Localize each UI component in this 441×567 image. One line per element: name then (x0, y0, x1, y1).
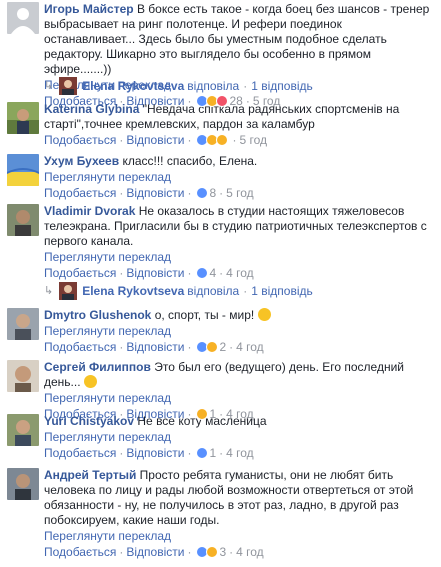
like-button[interactable]: Подобається (44, 185, 116, 201)
comment-text: класс!!! спасибо, Елена. (122, 154, 258, 168)
comment-time[interactable]: 4 год (226, 445, 254, 461)
like-reaction-icon (196, 187, 209, 199)
comment-item: Yuri Chistyakov Не все коту масленица Пе… (7, 414, 441, 464)
comment-author[interactable]: Андрей Тертый (44, 468, 136, 482)
reply-button[interactable]: Відповісти (126, 339, 184, 355)
like-button[interactable]: Подобається (44, 339, 116, 355)
haha-reaction-icon (206, 546, 219, 558)
comment-time[interactable]: 4 год (236, 544, 264, 560)
comment-actions: Подобається · Відповісти · 3 · 4 год (44, 544, 264, 560)
reactions-summary[interactable] (196, 447, 209, 459)
replies-row[interactable]: ↳ Elena Rykovtseva відповіла · 1 відпові… (44, 280, 441, 302)
reactions-summary[interactable] (196, 267, 209, 279)
avatar (59, 282, 78, 300)
comment-author[interactable]: Vladimir Dvorak (44, 204, 135, 218)
comment-author[interactable]: Katerina Glybina (44, 102, 139, 116)
reply-count[interactable]: 1 відповідь (251, 282, 313, 300)
see-translation-link[interactable]: Переглянути переклад (44, 323, 431, 339)
reactions-summary[interactable] (196, 546, 219, 558)
comment-author[interactable]: Игорь Майстер (44, 2, 134, 16)
comment-author[interactable]: Ухум Бухеев (44, 154, 119, 168)
reply-verb: відповіла (187, 79, 240, 93)
avatar (59, 77, 78, 95)
avatar[interactable] (7, 308, 39, 340)
like-reaction-icon (196, 447, 209, 459)
reply-count[interactable]: 1 відповідь (251, 77, 313, 95)
like-button[interactable]: Подобається (44, 544, 116, 560)
comment-time[interactable]: 4 год (226, 265, 254, 281)
comment-item: Katerina Glybina "Невдача спіткала радян… (7, 102, 441, 154)
avatar[interactable] (7, 154, 39, 186)
reaction-count: 1 (209, 446, 217, 460)
smile-emoji-icon (257, 308, 271, 321)
see-translation-link[interactable]: Переглянути переклад (44, 429, 431, 445)
comment-item: Ухум Бухеев класс!!! спасибо, Елена. Пер… (7, 154, 441, 204)
like-button[interactable]: Подобається (44, 265, 116, 281)
comment-author[interactable]: Yuri Chistyakov (44, 414, 134, 428)
avatar[interactable] (7, 102, 39, 134)
reaction-count: 3 (219, 545, 227, 559)
reply-button[interactable]: Відповісти (126, 132, 184, 148)
comments-list: Игорь Майстер В боксе есть такое - когда… (0, 0, 441, 567)
comment-item: Андрей Тертый Просто ребята гуманисты, о… (7, 468, 441, 559)
comment-actions: Подобається · Відповісти · 2 · 4 год (44, 339, 264, 355)
comment-author[interactable]: Сергей Филиппов (44, 360, 151, 374)
like-button[interactable]: Подобається (44, 445, 116, 461)
reaction-count: 8 (209, 186, 217, 200)
comment-item: Dmytro Glushenok о, спорт, ты - мир! Пер… (7, 308, 441, 356)
reply-button[interactable]: Відповісти (126, 445, 184, 461)
comment-author[interactable]: Dmytro Glushenok (44, 308, 151, 322)
reactions-summary[interactable] (196, 408, 209, 420)
reply-arrow-icon: ↳ (44, 285, 54, 297)
reply-author[interactable]: Elena Rykovtseva (82, 282, 184, 300)
comment-actions: Подобається · Відповісти · 4 · 4 год (44, 265, 254, 281)
comment-item: Vladimir Dvorak Не оказалось в студии на… (7, 204, 441, 280)
avatar[interactable] (7, 204, 39, 236)
comment-text: о, спорт, ты - мир! (154, 308, 255, 322)
reaction-count: 2 (219, 340, 227, 354)
smile-emoji-icon (83, 375, 97, 388)
like-reaction-icon (196, 267, 209, 279)
reaction-count: 4 (209, 266, 217, 280)
see-translation-link[interactable]: Переглянути переклад (44, 169, 431, 185)
comment-actions: Подобається · Відповісти · 8 · 5 год (44, 185, 254, 201)
reply-button[interactable]: Відповісти (126, 265, 184, 281)
reactions-summary[interactable] (196, 134, 229, 146)
avatar[interactable] (7, 468, 39, 500)
reply-author[interactable]: Elena Rykovtseva (82, 77, 184, 95)
reply-arrow-icon: ↳ (44, 80, 54, 92)
see-translation-link[interactable]: Переглянути переклад (44, 249, 431, 265)
avatar[interactable] (7, 360, 39, 392)
see-translation-link[interactable]: Переглянути переклад (44, 390, 431, 406)
reactions-summary[interactable] (196, 187, 209, 199)
reactions-summary[interactable] (196, 341, 219, 353)
comment-item: Сергей Филиппов Это был его (ведущего) д… (7, 360, 441, 421)
like-button[interactable]: Подобається (44, 132, 116, 148)
comment-time[interactable]: 5 год (226, 185, 254, 201)
reply-verb: відповіла (187, 284, 240, 298)
reactions-summary[interactable] (196, 95, 229, 107)
avatar[interactable] (7, 2, 39, 34)
reply-button[interactable]: Відповісти (126, 544, 184, 560)
comment-actions: Подобається · Відповісти · · 5 год (44, 132, 267, 148)
haha-reaction-icon (206, 341, 219, 353)
comment-time[interactable]: 4 год (236, 339, 264, 355)
reply-button[interactable]: Відповісти (126, 185, 184, 201)
avatar[interactable] (7, 414, 39, 446)
comment-time[interactable]: 5 год (239, 132, 267, 148)
comment-item: Игорь Майстер В боксе есть такое - когда… (7, 2, 441, 108)
comment-actions: Подобається · Відповісти · 1 · 4 год (44, 445, 254, 461)
see-translation-link[interactable]: Переглянути переклад (44, 528, 431, 544)
wow-reaction-icon (216, 134, 229, 146)
